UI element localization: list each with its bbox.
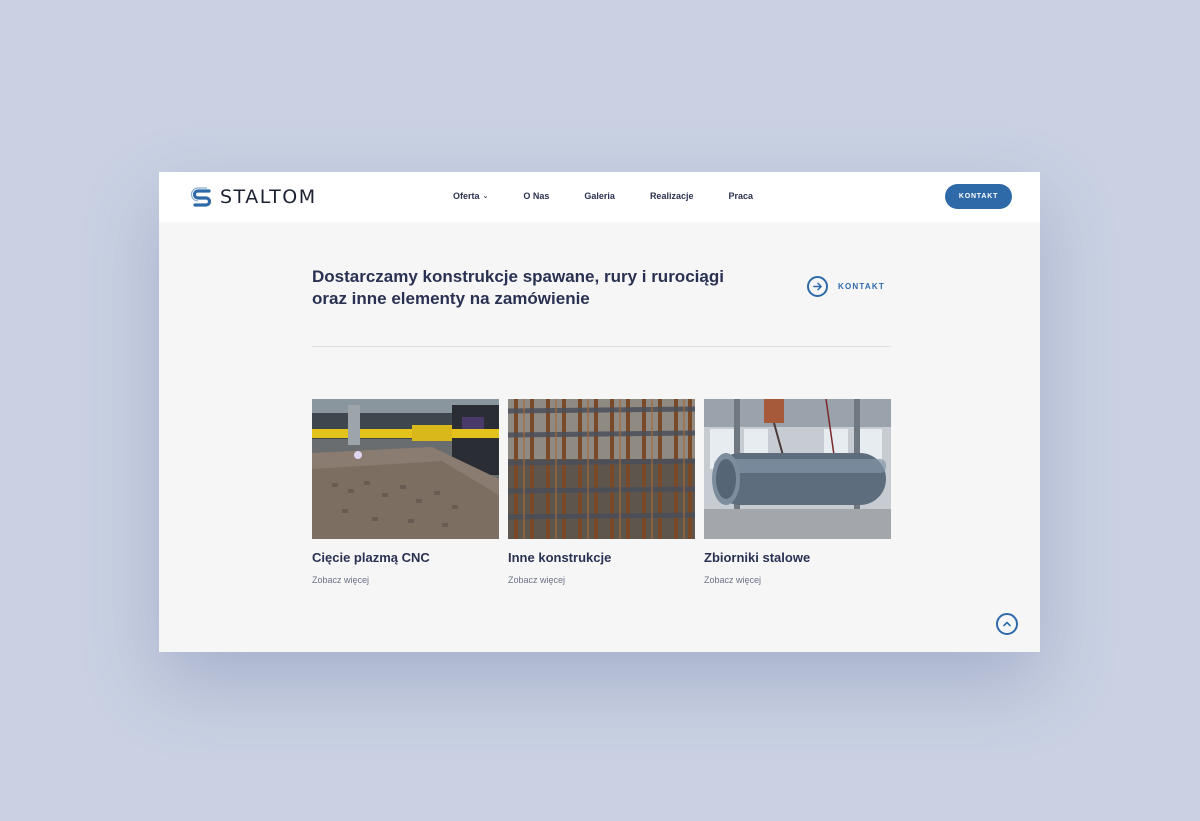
scroll-to-top-button[interactable] (996, 613, 1018, 635)
nav-item-galeria[interactable]: Galeria (584, 191, 615, 201)
cnc-plasma-cutting-photo (312, 399, 499, 539)
nav-item-realizacje[interactable]: Realizacje (650, 191, 694, 201)
logo-mark-icon (191, 187, 212, 207)
card-title: Cięcie plazmą CNC (312, 550, 430, 565)
chevron-down-icon: ⌄ (482, 193, 489, 200)
logo[interactable]: STALTOM (191, 186, 317, 208)
nav-item-praca[interactable]: Praca (728, 191, 753, 201)
steel-tank-photo (704, 399, 891, 539)
chevron-up-icon (1003, 621, 1011, 627)
nav-item-o-nas[interactable]: O Nas (523, 191, 549, 201)
divider (312, 346, 891, 347)
logo-text: STALTOM (220, 186, 317, 208)
contact-button[interactable]: KONTAKT (945, 184, 1012, 209)
card-steel-tanks[interactable]: Zbiorniki stalowe Zobacz więcej (704, 399, 891, 585)
card-title: Zbiorniki stalowe (704, 550, 811, 565)
nav-item-label: Oferta (453, 191, 480, 201)
card-more-link[interactable]: Zobacz więcej (312, 575, 499, 585)
arrow-right-circle-icon (807, 276, 828, 297)
nav-item-label: Galeria (584, 191, 615, 201)
card-cnc-plasma[interactable]: Cięcie plazmą CNC Zobacz więcej (312, 399, 499, 585)
nav-item-oferta[interactable]: Oferta ⌄ (453, 191, 488, 201)
card-more-link[interactable]: Zobacz więcej (508, 575, 695, 585)
nav-item-label: O Nas (523, 191, 550, 201)
site-header: STALTOM Oferta ⌄ O Nas Galeria Realizacj… (159, 172, 1040, 222)
main-nav: Oferta ⌄ O Nas Galeria Realizacje Praca (453, 191, 788, 201)
hero-title: Dostarczamy konstrukcje spawane, rury i … (312, 267, 724, 308)
nav-item-label: Praca (728, 191, 753, 201)
rebar-cage-photo (508, 399, 695, 539)
card-more-link[interactable]: Zobacz więcej (704, 575, 891, 585)
card-title: Inne konstrukcje (508, 550, 612, 565)
hero-contact-link[interactable]: KONTAKT (807, 276, 885, 297)
hero-link-label: KONTAKT (838, 282, 885, 291)
nav-item-label: Realizacje (649, 191, 694, 201)
browser-page: STALTOM Oferta ⌄ O Nas Galeria Realizacj… (159, 172, 1040, 652)
card-other-structures[interactable]: Inne konstrukcje Zobacz więcej (508, 399, 695, 585)
